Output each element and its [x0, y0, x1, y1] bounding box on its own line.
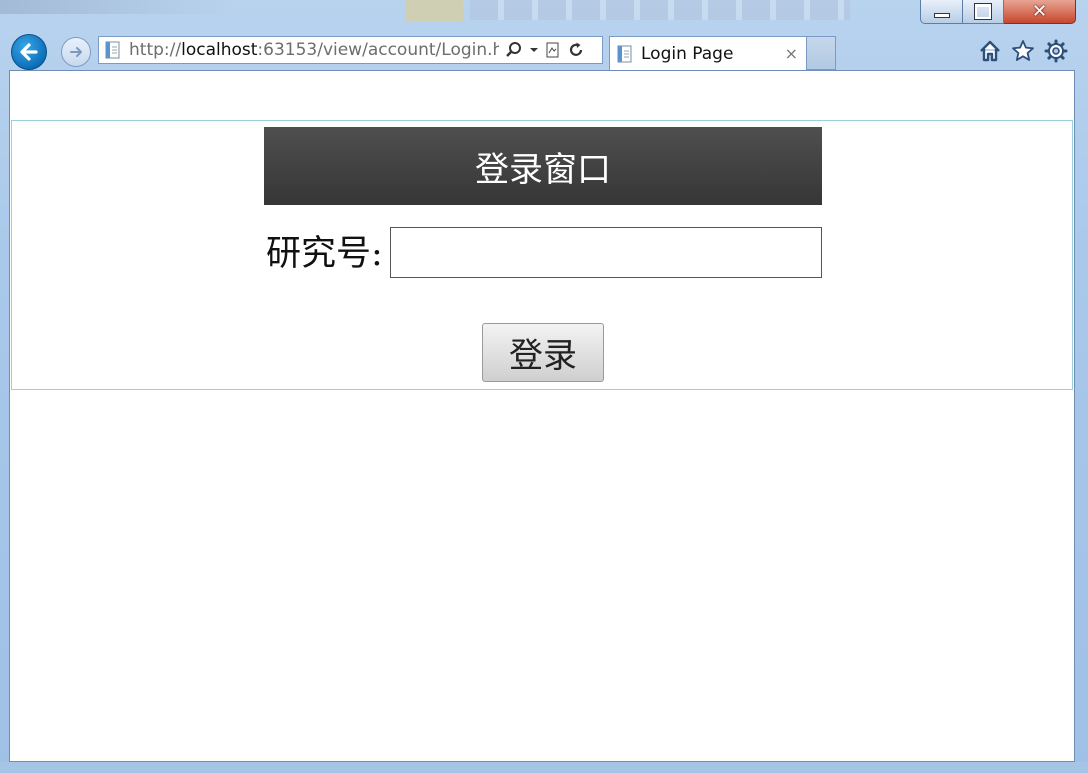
research-id-input[interactable] [390, 227, 822, 278]
close-icon: ✕ [1031, 1, 1048, 22]
address-tools [505, 41, 585, 59]
url-scheme: http:// [129, 40, 182, 60]
browser-toolbar [978, 39, 1068, 63]
login-button[interactable]: 登录 [482, 323, 604, 382]
minimize-button[interactable] [920, 0, 963, 24]
page-viewport: 登录窗口 研究号: 登录 [9, 70, 1075, 762]
titlebar-background [405, 0, 463, 22]
tab-title: Login Page [641, 43, 734, 64]
forward-button[interactable] [61, 37, 91, 67]
close-tab-icon[interactable]: × [785, 44, 798, 63]
chevron-down-icon[interactable] [529, 45, 539, 55]
compatibility-view-icon[interactable] [545, 42, 561, 58]
navigation-bar: http://localhost:63153/view/account/Logi… [0, 32, 1088, 70]
arrow-right-icon [70, 47, 82, 57]
window-titlebar: ✕ [0, 0, 1088, 32]
page-icon [617, 45, 632, 62]
login-header: 登录窗口 [264, 127, 822, 205]
refresh-icon[interactable] [567, 41, 585, 59]
minimize-icon [933, 13, 950, 18]
page-icon [105, 41, 120, 59]
new-tab-button[interactable] [807, 36, 836, 70]
titlebar-background [0, 0, 240, 14]
back-button[interactable] [11, 34, 47, 70]
star-icon[interactable] [1011, 39, 1035, 63]
address-bar[interactable]: http://localhost:63153/view/account/Logi… [98, 36, 603, 64]
search-icon[interactable] [505, 41, 523, 59]
home-icon[interactable] [978, 39, 1002, 63]
url-text[interactable]: http://localhost:63153/view/account/Logi… [129, 40, 499, 60]
url-host: localhost [181, 40, 258, 60]
arrow-left-icon [20, 43, 38, 61]
close-window-button[interactable]: ✕ [1004, 0, 1076, 24]
gear-icon[interactable] [1044, 39, 1068, 63]
tab-login-page[interactable]: Login Page × [609, 36, 807, 70]
window-controls: ✕ [920, 0, 1076, 24]
research-id-label: 研究号: [266, 234, 383, 274]
maximize-icon [974, 3, 992, 20]
url-path: :63153/view/account/Login.htm [257, 40, 499, 60]
maximize-button[interactable] [963, 0, 1004, 24]
titlebar-background [470, 0, 850, 20]
login-panel: 登录窗口 研究号: 登录 [11, 120, 1073, 390]
window-bottom-edge [0, 762, 1088, 773]
